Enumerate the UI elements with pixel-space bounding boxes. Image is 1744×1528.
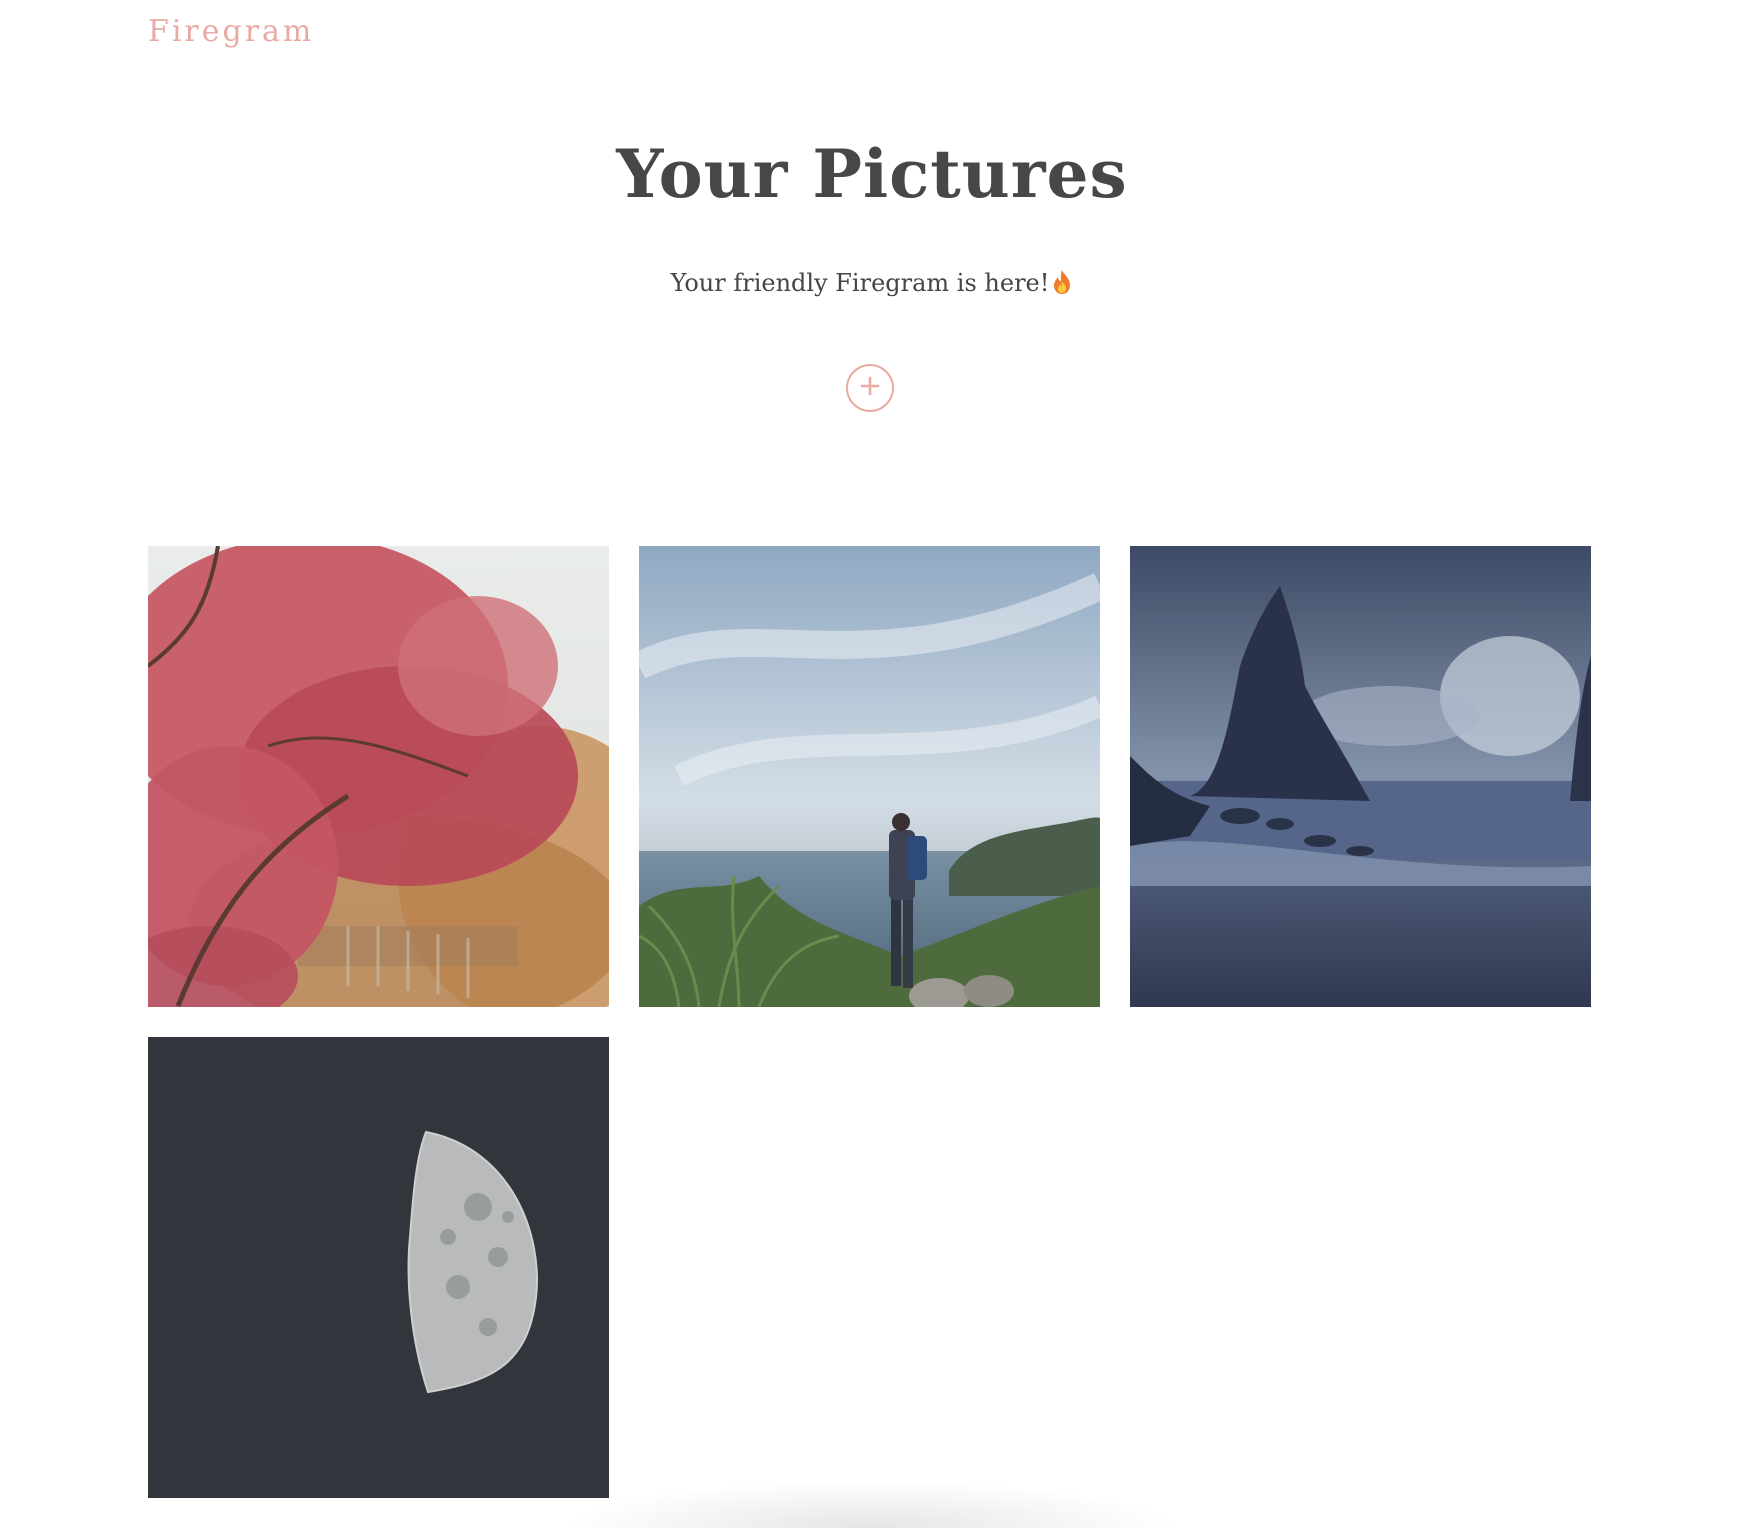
subtitle-text: Your friendly Firegram is here! xyxy=(670,268,1050,297)
picture-hiker-overlooking-sea[interactable] xyxy=(639,546,1100,1007)
plus-icon xyxy=(860,376,880,400)
page-subtitle: Your friendly Firegram is here! xyxy=(0,269,1744,297)
bottom-shadow xyxy=(560,1480,1180,1528)
picture-half-moon[interactable] xyxy=(148,1037,609,1498)
page: Firegram Your Pictures Your friendly Fir… xyxy=(0,0,1744,1528)
page-title: Your Pictures xyxy=(616,135,1128,213)
picture-grid xyxy=(148,546,1591,1498)
fire-icon xyxy=(1051,269,1073,295)
brand-logo[interactable]: Firegram xyxy=(148,14,314,49)
picture-red-maple-tree[interactable] xyxy=(148,546,609,1007)
add-picture-button[interactable] xyxy=(846,364,894,412)
picture-sea-stacks-stormy-beach[interactable] xyxy=(1130,546,1591,1007)
hero-section: Your Pictures Your friendly Firegram is … xyxy=(0,138,1744,297)
